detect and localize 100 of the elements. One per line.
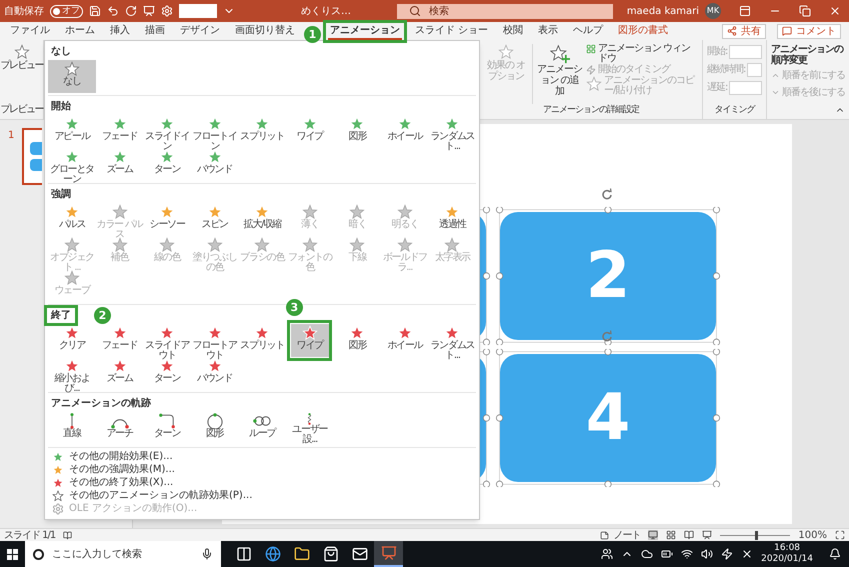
add-animation-button[interactable]: アニメーション の追加 [532, 44, 582, 104]
notification-icon[interactable] [829, 548, 841, 560]
gear-icon[interactable] [161, 5, 173, 17]
effect-item[interactable]: シーソー [143, 203, 192, 236]
effect-item[interactable]: ランダムスト... [428, 324, 476, 357]
effect-item[interactable]: スプリット [238, 115, 286, 148]
effect-item[interactable]: パルス [48, 203, 96, 236]
effect-item[interactable]: スピン [190, 203, 239, 236]
save-icon[interactable] [89, 5, 101, 17]
effect-item[interactable]: 図形 [190, 412, 239, 445]
menu-item[interactable]: その他の終了効果(X)... [48, 477, 476, 489]
effect-item[interactable]: アピール [48, 115, 96, 148]
ribbon-tab[interactable]: ホーム [63, 24, 97, 40]
loop-path-icon [253, 416, 272, 426]
effect-item[interactable]: 拡大/収縮 [238, 203, 286, 236]
shape-label: 4 [586, 386, 630, 450]
share-button[interactable]: 共有 [722, 24, 766, 38]
effect-item[interactable]: ワイプ [290, 324, 329, 357]
search-field[interactable]: 検索 [397, 4, 613, 18]
ribbon-display-icon[interactable] [739, 5, 751, 17]
effect-item[interactable]: バウンド [190, 148, 239, 181]
star-icon [112, 116, 128, 132]
normal-view-icon[interactable] [648, 530, 658, 540]
chevron-down-icon [771, 88, 780, 97]
ribbon-command[interactable]: アニメーション ウィンドウ [586, 44, 698, 64]
effect-item[interactable]: 直線 [48, 412, 96, 445]
effect-item[interactable]: クリア [48, 324, 96, 357]
windows-logo-icon[interactable] [7, 548, 18, 560]
star-icon [349, 116, 366, 132]
quick-access-field[interactable] [179, 4, 217, 18]
ribbon-tab[interactable]: ヘルプ [571, 24, 606, 40]
ribbon-tab[interactable]: 表示 [536, 24, 560, 40]
effect-item[interactable]: フロートイン [190, 115, 239, 148]
autosave-toggle[interactable]: オフ [50, 4, 83, 18]
book-icon[interactable] [63, 530, 72, 540]
sorter-view-icon[interactable] [666, 530, 676, 540]
timing-field[interactable] [729, 44, 762, 58]
effect-item[interactable]: アーチ [96, 412, 144, 445]
effect-item[interactable]: ワイプ [286, 115, 334, 148]
comment-button[interactable]: コメント [777, 24, 841, 38]
star-icon [206, 325, 223, 341]
effect-item[interactable]: スライドイン [143, 115, 192, 148]
ribbon-tab[interactable]: デザイン [178, 24, 222, 40]
effect-item[interactable]: ランダムスト... [428, 115, 476, 148]
effect-item[interactable]: 図形 [333, 324, 382, 357]
rotate-handle-icon [601, 330, 613, 342]
effect-item[interactable]: グローとターン [48, 148, 96, 181]
effect-item[interactable]: フェード [96, 115, 144, 148]
preview-button[interactable]: プレビュー [0, 44, 43, 71]
timing-label: 継続時間: [707, 62, 746, 77]
volume-icon[interactable] [701, 548, 714, 560]
effect-item[interactable]: 図形 [333, 115, 382, 148]
notes-button[interactable]: ノート [600, 528, 640, 542]
redo-icon[interactable] [125, 5, 137, 17]
star-icon [254, 325, 270, 341]
close-icon[interactable] [829, 5, 841, 17]
effect-item[interactable]: ホイール [380, 115, 429, 148]
slideshow-icon[interactable] [702, 530, 712, 540]
effect-item[interactable]: スライドアウト [143, 324, 192, 357]
menu-item[interactable]: その他の強調効果(M)... [48, 464, 476, 476]
effect-item[interactable]: ズーム [96, 148, 144, 181]
restore-icon[interactable] [799, 5, 811, 17]
menu-item[interactable]: その他の開始効果(E)... [48, 451, 476, 463]
battery-icon[interactable] [661, 548, 674, 560]
people-icon[interactable] [601, 548, 614, 560]
ribbon-tab[interactable]: ファイル [8, 24, 52, 40]
effect-item[interactable]: ホイール [380, 324, 429, 357]
timing-field[interactable] [747, 62, 762, 76]
effect-item[interactable]: 縮小および... [48, 357, 96, 390]
presentation-icon[interactable] [143, 5, 155, 17]
ribbon-tab[interactable]: 図形の書式 [616, 24, 670, 40]
ribbon-tab[interactable]: アニメーション [328, 24, 402, 40]
ribbon-tab[interactable]: スライド ショー [413, 24, 490, 40]
effect-item[interactable]: ユーザー設... [286, 412, 334, 445]
undo-icon[interactable] [107, 5, 119, 17]
ribbon-tab[interactable]: 描画 [143, 24, 167, 40]
reading-view-icon[interactable] [684, 530, 694, 540]
cloud-icon[interactable] [641, 548, 654, 560]
effect-item[interactable]: 透過性 [428, 203, 476, 236]
menu-item[interactable]: その他のアニメーションの軌跡効果(P)... [48, 490, 476, 502]
ribbon-tab[interactable]: 校閲 [501, 24, 526, 40]
timing-field[interactable] [729, 80, 762, 94]
effect-item[interactable]: ターン [143, 148, 192, 181]
effect-item[interactable]: ループ [238, 412, 286, 445]
effect-item[interactable]: ズーム [96, 357, 144, 390]
effect-item[interactable]: フェード [96, 324, 144, 357]
effect-item[interactable]: スプリット [238, 324, 286, 357]
effect-item[interactable]: フロートアウト [190, 324, 239, 357]
effect-item[interactable]: ターン [143, 412, 192, 445]
ribbon-tab[interactable]: 画面切り替え [233, 24, 297, 40]
slide-number: 1 [8, 129, 14, 143]
user-avatar[interactable]: MK [705, 3, 721, 19]
zoom-thumb[interactable] [755, 530, 758, 540]
taskbar-search-field[interactable]: ここに入力して検索 [25, 541, 221, 567]
slide-thumbnail[interactable] [22, 128, 42, 185]
star-icon [52, 451, 64, 463]
fit-icon[interactable] [835, 530, 845, 540]
group-label: アニメーションの詳細設定 [543, 104, 639, 116]
ribbon-tab[interactable]: 挿入 [108, 24, 132, 40]
effect-item[interactable]: なし [48, 60, 96, 93]
